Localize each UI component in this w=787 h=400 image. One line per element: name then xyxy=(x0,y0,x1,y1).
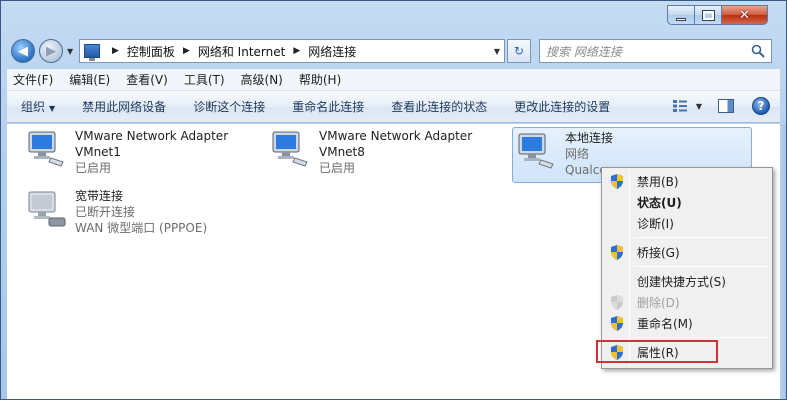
minimize-icon xyxy=(676,17,686,21)
broadband-connection-icon xyxy=(28,191,66,227)
highlight-box xyxy=(596,340,718,363)
menu-separator xyxy=(634,266,768,267)
explorer-window: ✕ ◀ ▶ ▼ ▶ 控制面板 ▶ 网络和 Internet ▶ 网络连接 ▼ ↻… xyxy=(0,0,787,400)
connection-item-vmnet1[interactable]: VMware Network Adapter VMnet1 已启用 xyxy=(25,128,255,180)
menu-separator xyxy=(634,237,768,238)
breadcrumb-network-connections[interactable]: 网络连接 xyxy=(308,43,356,60)
menu-item-bridge[interactable]: 桥接(G) xyxy=(604,242,770,262)
menu-item-rename[interactable]: 重命名(M) xyxy=(604,313,770,333)
menu-view[interactable]: 查看(V) xyxy=(126,71,168,88)
help-icon[interactable]: ? xyxy=(752,97,770,115)
menu-item-label: 诊断(I) xyxy=(637,216,674,231)
connection-name: 宽带连接 xyxy=(75,189,124,203)
control-panel-icon xyxy=(84,44,100,61)
connection-text: VMware Network Adapter VMnet1 已启用 xyxy=(75,128,228,180)
change-settings-button[interactable]: 更改此连接的设置 xyxy=(514,98,610,115)
caret-down-icon: ▼ xyxy=(49,104,56,113)
chevron-right-icon[interactable]: ▶ xyxy=(183,46,190,56)
uac-shield-icon xyxy=(611,316,623,331)
maximize-button[interactable] xyxy=(695,5,722,25)
uac-shield-icon xyxy=(611,174,623,189)
menu-item-label: 删除(D) xyxy=(637,295,680,310)
menu-separator xyxy=(634,337,768,338)
connection-item-vmnet8[interactable]: VMware Network Adapter VMnet8 已启用 xyxy=(269,128,499,180)
menu-item-create-shortcut[interactable]: 创建快捷方式(S) xyxy=(604,271,770,291)
view-status-button[interactable]: 查看此连接的状态 xyxy=(391,98,487,115)
diagnose-connection-button[interactable]: 诊断这个连接 xyxy=(193,98,265,115)
close-button[interactable]: ✕ xyxy=(722,5,768,25)
caption-buttons: ✕ xyxy=(667,5,768,25)
menu-file[interactable]: 文件(F) xyxy=(13,71,53,88)
menu-item-diagnose[interactable]: 诊断(I) xyxy=(604,213,770,233)
uac-shield-icon xyxy=(611,295,623,310)
rename-connection-button[interactable]: 重命名此连接 xyxy=(292,98,364,115)
search-input[interactable]: 搜索 网络连接 xyxy=(546,43,622,60)
organize-label: 组织 xyxy=(21,100,46,114)
search-icon[interactable] xyxy=(751,44,765,58)
menu-item-status[interactable]: 状态(U) xyxy=(604,192,770,212)
connection-device: VMnet8 xyxy=(319,145,365,159)
breadcrumb-network-internet[interactable]: 网络和 Internet xyxy=(198,43,285,60)
connection-text: VMware Network Adapter VMnet8 已启用 xyxy=(319,128,472,180)
window-right-border xyxy=(780,124,786,399)
forward-arrow-icon: ▶ xyxy=(46,43,56,59)
network-adapter-icon xyxy=(272,131,308,167)
menu-item-label: 状态(U) xyxy=(637,195,682,210)
network-adapter-icon xyxy=(518,133,554,169)
navigation-bar: ◀ ▶ ▼ ▶ 控制面板 ▶ 网络和 Internet ▶ 网络连接 ▼ ↻ 搜… xyxy=(7,37,780,65)
close-icon: ✕ xyxy=(739,7,750,23)
connection-status: 已启用 xyxy=(319,161,356,175)
back-button[interactable]: ◀ xyxy=(11,39,35,63)
view-dropdown-icon[interactable]: ▼ xyxy=(696,102,702,111)
connection-text: 宽带连接 已断开连接 WAN 微型端口 (PPPOE) xyxy=(75,188,207,240)
menu-item-label: 桥接(G) xyxy=(637,245,680,260)
menu-advanced[interactable]: 高级(N) xyxy=(241,71,283,88)
connection-item-broadband[interactable]: 宽带连接 已断开连接 WAN 微型端口 (PPPOE) xyxy=(25,188,255,240)
menu-item-delete: 删除(D) xyxy=(604,292,770,312)
maximize-icon xyxy=(701,9,715,21)
connection-status: 已断开连接 xyxy=(75,205,136,219)
back-arrow-icon: ◀ xyxy=(18,43,28,59)
menu-tools[interactable]: 工具(T) xyxy=(184,71,225,88)
minimize-button[interactable] xyxy=(667,5,695,25)
chevron-right-icon[interactable]: ▶ xyxy=(112,46,119,56)
connection-status: 已启用 xyxy=(75,161,112,175)
connection-name: 本地连接 xyxy=(565,131,614,145)
uac-shield-icon xyxy=(611,245,623,260)
menu-edit[interactable]: 编辑(E) xyxy=(69,71,110,88)
menu-item-label: 禁用(B) xyxy=(637,174,679,189)
connection-device: VMnet1 xyxy=(75,145,121,159)
disable-device-button[interactable]: 禁用此网络设备 xyxy=(82,98,166,115)
connection-name: VMware Network Adapter xyxy=(75,129,229,143)
preview-pane-icon[interactable] xyxy=(718,99,734,113)
context-menu: 禁用(B) 状态(U) 诊断(I) 桥接(G) 创建快捷方式(S) 删除(D) … xyxy=(601,167,773,369)
connection-name: VMware Network Adapter xyxy=(319,129,473,143)
menu-item-label: 创建快捷方式(S) xyxy=(637,274,726,289)
search-box[interactable]: 搜索 网络连接 xyxy=(539,39,772,63)
address-dropdown-icon[interactable]: ▼ xyxy=(494,47,500,56)
refresh-icon: ↻ xyxy=(513,44,525,58)
breadcrumb-control-panel[interactable]: 控制面板 xyxy=(127,43,175,60)
command-bar: 组织 ▼ 禁用此网络设备 诊断这个连接 重命名此连接 查看此连接的状态 更改此连接… xyxy=(7,91,780,123)
menu-help[interactable]: 帮助(H) xyxy=(299,71,341,88)
chevron-right-icon[interactable]: ▶ xyxy=(293,46,300,56)
network-adapter-icon xyxy=(28,131,64,167)
forward-button[interactable]: ▶ xyxy=(39,39,63,63)
refresh-button[interactable]: ↻ xyxy=(507,39,531,63)
recent-pages-dropdown[interactable]: ▼ xyxy=(67,47,73,56)
connection-device: WAN 微型端口 (PPPOE) xyxy=(75,221,208,235)
connection-network: 网络 xyxy=(565,147,590,161)
view-options-icon[interactable] xyxy=(672,99,688,113)
view-controls: ▼ ? xyxy=(672,97,770,115)
menu-item-label: 重命名(M) xyxy=(637,316,693,331)
address-bar[interactable]: ▶ 控制面板 ▶ 网络和 Internet ▶ 网络连接 ▼ xyxy=(79,39,505,63)
organize-button[interactable]: 组织 ▼ xyxy=(21,98,55,115)
menu-bar: 文件(F) 编辑(E) 查看(V) 工具(T) 高级(N) 帮助(H) xyxy=(7,69,780,91)
menu-item-disable[interactable]: 禁用(B) xyxy=(604,171,770,191)
